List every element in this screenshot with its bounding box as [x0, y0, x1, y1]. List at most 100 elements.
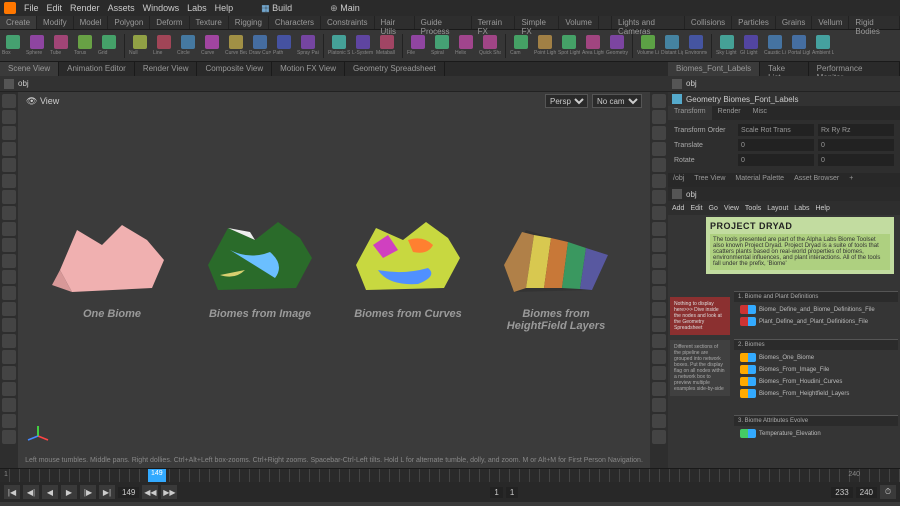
node-flag-icon[interactable] [740, 377, 756, 386]
shelf-tool-spray-paint[interactable]: Spray Paint [297, 32, 319, 60]
home-icon[interactable] [672, 79, 682, 89]
tool-icon[interactable] [2, 254, 16, 268]
tab-transform[interactable]: Transform [668, 106, 712, 120]
current-frame-field[interactable]: 149 [118, 487, 139, 498]
shelf-tool-curve[interactable]: Curve [201, 32, 223, 60]
tab-material-palette[interactable]: Material Palette [730, 173, 789, 187]
shelf-tab[interactable]: Rigging [229, 16, 269, 29]
shelf-tab[interactable]: Rigid Bodies [849, 16, 900, 29]
prev-key-button[interactable]: ◀◀ [142, 485, 158, 499]
field-ty[interactable]: 0 [818, 139, 894, 151]
timeline-cursor[interactable]: 149 [148, 469, 166, 482]
net-menu-item[interactable]: View [724, 205, 739, 212]
tool-icon[interactable] [2, 398, 16, 412]
shelf-tool-metaball[interactable]: Metaball [376, 32, 398, 60]
tool-icon[interactable] [2, 270, 16, 284]
shelf-tab[interactable]: Characters [269, 16, 321, 29]
shelf-tool-sphere[interactable]: Sphere [26, 32, 48, 60]
tool-icon[interactable] [2, 126, 16, 140]
viewport-camera-select[interactable]: No cam [592, 94, 642, 108]
menu-file[interactable]: File [24, 3, 39, 13]
shelf-tab[interactable]: Vellum [812, 16, 849, 29]
sticky-note-project[interactable]: PROJECT DRYAD The tools presented are pa… [706, 217, 894, 274]
shelf-tool-circle[interactable]: Circle [177, 32, 199, 60]
net-menu-item[interactable]: Add [672, 205, 684, 212]
shelf-tab[interactable]: Constraints [321, 16, 374, 29]
network-node[interactable]: Biomes_From_Image_File [740, 365, 898, 374]
path-segment[interactable]: obj [686, 79, 697, 88]
step-back-button[interactable]: ◀| [23, 485, 39, 499]
shelf-tool-tube[interactable]: Tube [50, 32, 72, 60]
display-option-icon[interactable] [652, 334, 666, 348]
net-menu-item[interactable]: Edit [690, 205, 702, 212]
range-end-field[interactable]: 233 [831, 487, 852, 498]
menu-labs[interactable]: Labs [187, 3, 207, 13]
shelf-tool-ambient-light[interactable]: Ambient Light [812, 32, 834, 60]
tool-icon[interactable] [2, 382, 16, 396]
shelf-tool-geometry-light[interactable]: Geometry Light [606, 32, 628, 60]
shelf-tool-grid[interactable]: Grid [98, 32, 120, 60]
network-box-header[interactable]: 2. Biomes [734, 339, 898, 350]
display-option-icon[interactable] [652, 430, 666, 444]
node-flag-icon[interactable] [740, 365, 756, 374]
node-flag-icon[interactable] [740, 317, 756, 326]
home-icon[interactable] [672, 189, 682, 199]
goto-start-button[interactable]: |◀ [4, 485, 20, 499]
node-flag-icon[interactable] [740, 353, 756, 362]
home-icon[interactable] [4, 79, 14, 89]
tab-render[interactable]: Render [712, 106, 747, 120]
net-menu-item[interactable]: Labs [794, 205, 809, 212]
path-segment[interactable]: obj [18, 79, 29, 88]
shelf-tool-quick-shapes[interactable]: Quick Shapes [479, 32, 501, 60]
net-menu-item[interactable]: Help [815, 205, 829, 212]
tool-icon[interactable] [2, 190, 16, 204]
display-option-icon[interactable] [652, 142, 666, 156]
shelf-tool-cam[interactable]: Cam [510, 32, 532, 60]
network-box-header[interactable]: 3. Biome Attributes Evolve [734, 415, 898, 426]
display-option-icon[interactable] [652, 302, 666, 316]
tab-asset-browser[interactable]: Asset Browser [789, 173, 844, 187]
field-rxyz[interactable]: Rx Ry Rz [818, 124, 894, 136]
shelf-tool-helix[interactable]: Helix [455, 32, 477, 60]
tool-icon[interactable] [2, 206, 16, 220]
display-option-icon[interactable] [652, 94, 666, 108]
tool-icon[interactable] [2, 238, 16, 252]
menu-render[interactable]: Render [70, 3, 100, 13]
display-option-icon[interactable] [652, 222, 666, 236]
node-flag-icon[interactable] [740, 389, 756, 398]
play-back-button[interactable]: ◀ [42, 485, 58, 499]
menu-assets[interactable]: Assets [108, 3, 135, 13]
timeline[interactable]: 149 1 240 [0, 468, 900, 482]
display-option-icon[interactable] [652, 270, 666, 284]
field-tx[interactable]: 0 [738, 139, 814, 151]
network-node[interactable]: Biomes_From_Houdini_Curves [740, 377, 898, 386]
shelf-tool-box[interactable]: Box [2, 32, 24, 60]
tool-icon[interactable] [2, 286, 16, 300]
node-flag-icon[interactable] [740, 305, 756, 314]
field-srt[interactable]: Scale Rot Trans [738, 124, 814, 136]
shelf-tool-distant-light[interactable]: Distant Light [661, 32, 683, 60]
shelf-tool-point-light[interactable]: Point Light [534, 32, 556, 60]
menu-edit[interactable]: Edit [47, 3, 63, 13]
shelf-tab[interactable]: Collisions [685, 16, 732, 29]
desktop-main[interactable]: ⊕ Main [330, 3, 360, 14]
tool-icon[interactable] [2, 366, 16, 380]
tool-icon[interactable] [2, 318, 16, 332]
net-menu-item[interactable]: Tools [745, 205, 761, 212]
tool-icon[interactable] [2, 94, 16, 108]
display-option-icon[interactable] [652, 366, 666, 380]
tool-icon[interactable] [2, 334, 16, 348]
network-path[interactable]: obj [686, 190, 697, 199]
display-option-icon[interactable] [652, 254, 666, 268]
shelf-tool-curve-bezier[interactable]: Curve Bezier [225, 32, 247, 60]
display-option-icon[interactable] [652, 350, 666, 364]
menu-windows[interactable]: Windows [143, 3, 180, 13]
scene-viewport[interactable]: 👁 View Persp No cam One Biome Biomes fro… [18, 92, 650, 468]
pane-tab[interactable]: Performance Monitor [809, 62, 900, 76]
shelf-tab[interactable]: Texture [190, 16, 229, 29]
display-option-icon[interactable] [652, 110, 666, 124]
tool-icon[interactable] [2, 110, 16, 124]
display-option-icon[interactable] [652, 318, 666, 332]
shelf-tool-file[interactable]: File [407, 32, 429, 60]
shelf-tab[interactable]: Terrain FX [472, 16, 516, 29]
